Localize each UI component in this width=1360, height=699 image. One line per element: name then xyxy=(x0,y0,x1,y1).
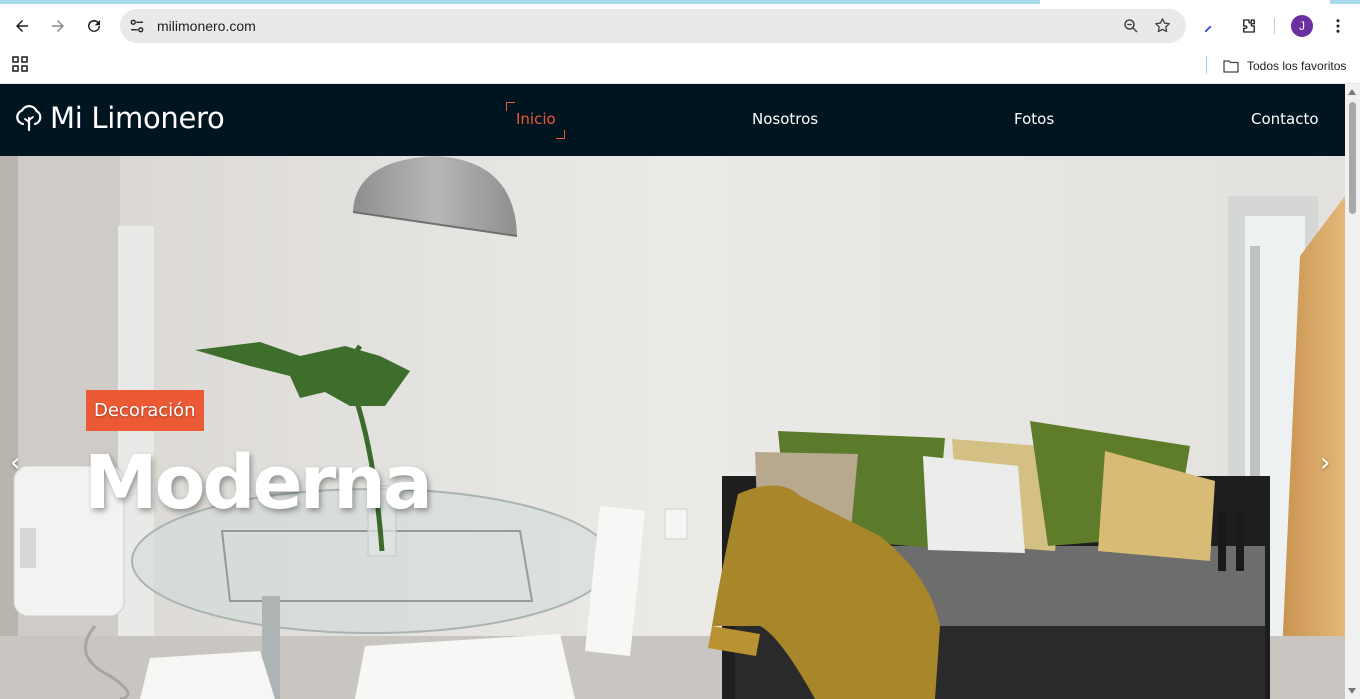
bookmarks-folder-all[interactable]: Todos los favoritos xyxy=(1223,57,1346,75)
reload-icon xyxy=(88,19,100,32)
arrow-left-icon xyxy=(16,20,28,32)
hero-slider: Decoración Moderna ‹ › xyxy=(0,156,1345,699)
hero-title: Moderna xyxy=(84,440,433,526)
bookmarks-bar: Todos los favoritos xyxy=(0,48,1360,84)
slider-next-arrow[interactable]: › xyxy=(1320,448,1330,478)
puzzle-icon[interactable] xyxy=(1240,17,1258,35)
pen-extension-icon[interactable] xyxy=(1202,17,1220,35)
site-logo[interactable]: Mi Limonero xyxy=(14,98,225,138)
star-icon[interactable] xyxy=(1153,16,1172,35)
logo-text: Mi Limonero xyxy=(50,101,225,135)
scroll-thumb[interactable] xyxy=(1349,102,1356,214)
forward-button[interactable] xyxy=(44,12,72,40)
hero-badge: Decoración xyxy=(86,390,204,431)
kebab-menu-icon[interactable] xyxy=(1329,17,1347,35)
reload-button[interactable] xyxy=(80,12,108,40)
slider-prev-arrow[interactable]: ‹ xyxy=(10,448,20,478)
toolbar-divider xyxy=(1274,18,1275,34)
nav-item-nosotros[interactable]: Nosotros xyxy=(752,110,818,128)
nav-item-contacto[interactable]: Contacto xyxy=(1251,110,1319,128)
active-bracket-top-left xyxy=(506,102,515,111)
apps-grid-icon[interactable] xyxy=(12,56,28,72)
address-bar[interactable]: milimonero.com xyxy=(120,9,1186,43)
back-button[interactable] xyxy=(8,12,36,40)
folder-icon xyxy=(1223,60,1239,73)
nav-item-inicio[interactable]: Inicio xyxy=(506,102,566,139)
tree-icon xyxy=(16,105,42,132)
site-header: Mi Limonero Inicio Nosotros Fotos Contac… xyxy=(0,84,1345,156)
bookmarks-folder-label: Todos los favoritos xyxy=(1247,59,1347,73)
browser-toolbar: milimonero.com J xyxy=(0,4,1360,48)
active-bracket-bottom-right xyxy=(556,130,565,139)
nav-item-fotos[interactable]: Fotos xyxy=(1014,110,1054,128)
bookmarks-divider xyxy=(1206,56,1207,74)
nav-label-inicio: Inicio xyxy=(516,110,556,128)
profile-avatar[interactable]: J xyxy=(1291,15,1313,37)
url-text[interactable]: milimonero.com xyxy=(157,18,256,34)
page-scrollbar[interactable] xyxy=(1345,84,1360,699)
scroll-down-icon[interactable] xyxy=(1348,688,1356,694)
zoom-icon[interactable] xyxy=(1122,17,1140,35)
scroll-up-icon[interactable] xyxy=(1348,89,1356,95)
tune-icon[interactable] xyxy=(128,17,146,35)
arrow-right-icon xyxy=(52,20,64,32)
web-page: Mi Limonero Inicio Nosotros Fotos Contac… xyxy=(0,84,1345,699)
avatar-initial: J xyxy=(1299,19,1305,33)
